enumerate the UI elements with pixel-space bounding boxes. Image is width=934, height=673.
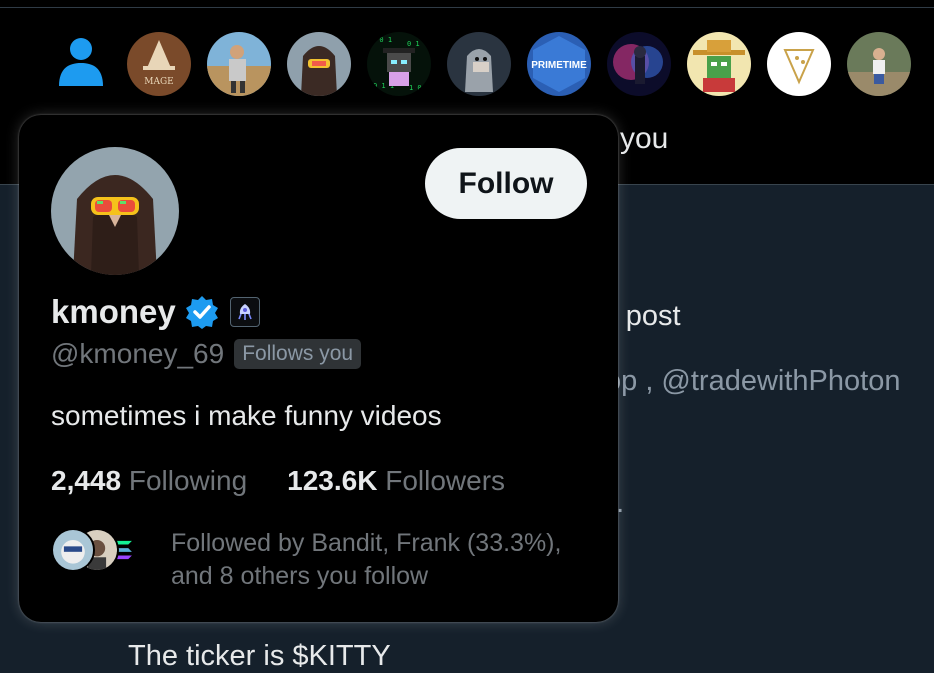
name-row: kmoney (51, 291, 260, 333)
primetime-label: PRIMETIME (531, 60, 587, 71)
follower-avatar-bandit (51, 528, 95, 572)
svg-text:1 0: 1 0 (409, 84, 422, 92)
matrix-cat-avatar[interactable]: 1 0 10 10 1 11 0 (367, 32, 431, 96)
person-icon[interactable] (57, 36, 105, 86)
followers-label: Followers (385, 465, 506, 496)
hooded-goggles-avatar[interactable] (287, 32, 351, 96)
followed-by-avatars[interactable] (51, 528, 147, 572)
child-photo-avatar[interactable] (847, 32, 911, 96)
follow-stats: 2,448 Following 123.6K Followers (51, 465, 545, 497)
affiliate-badge-icon[interactable] (229, 297, 260, 327)
follow-button[interactable]: Follow (425, 148, 587, 219)
profile-avatar[interactable] (51, 147, 179, 275)
svg-text:0 1: 0 1 (407, 40, 420, 48)
pizza-logo-avatar[interactable] (767, 32, 831, 96)
followers-stat[interactable]: 123.6K Followers (287, 465, 505, 497)
baseball-player-avatar[interactable] (207, 32, 271, 96)
mage-label: MAGE (144, 77, 173, 87)
user-handle[interactable]: @kmoney_69 (51, 338, 224, 370)
profile-hover-card: Follow kmoney @kmoney_69 Follows you som… (19, 115, 618, 622)
header-fragment: you (620, 122, 669, 155)
followers-count: 123.6K (287, 465, 378, 496)
mentions-fragment[interactable]: op , @tradewithPhoton (605, 365, 900, 398)
sombrero-pepe-avatar[interactable] (687, 32, 751, 96)
handle-row: @kmoney_69 Follows you (51, 337, 362, 371)
post-text-fragment: The ticker is $KITTY (128, 640, 391, 672)
mage-avatar[interactable]: MAGE (127, 32, 191, 96)
following-count: 2,448 (51, 465, 122, 496)
verified-badge-icon[interactable] (184, 294, 220, 330)
primetime-avatar[interactable]: PRIMETIME (527, 32, 591, 96)
following-label: Following (128, 465, 248, 496)
follows-you-badge: Follows you (234, 339, 362, 369)
ape-avatar[interactable] (447, 32, 511, 96)
profile-bio: sometimes i make funny videos (51, 400, 442, 431)
neon-figure-avatar[interactable] (607, 32, 671, 96)
avatar-strip: MAGE 1 0 10 10 1 11 0 PRIMETIME (0, 0, 934, 120)
display-name[interactable]: kmoney (51, 293, 176, 331)
following-stat[interactable]: 2,448 Following (51, 465, 247, 497)
svg-text:1 0 1: 1 0 1 (371, 36, 392, 44)
followed-by-text[interactable]: Followed by Bandit, Frank (33.3%), and 8… (171, 527, 601, 593)
